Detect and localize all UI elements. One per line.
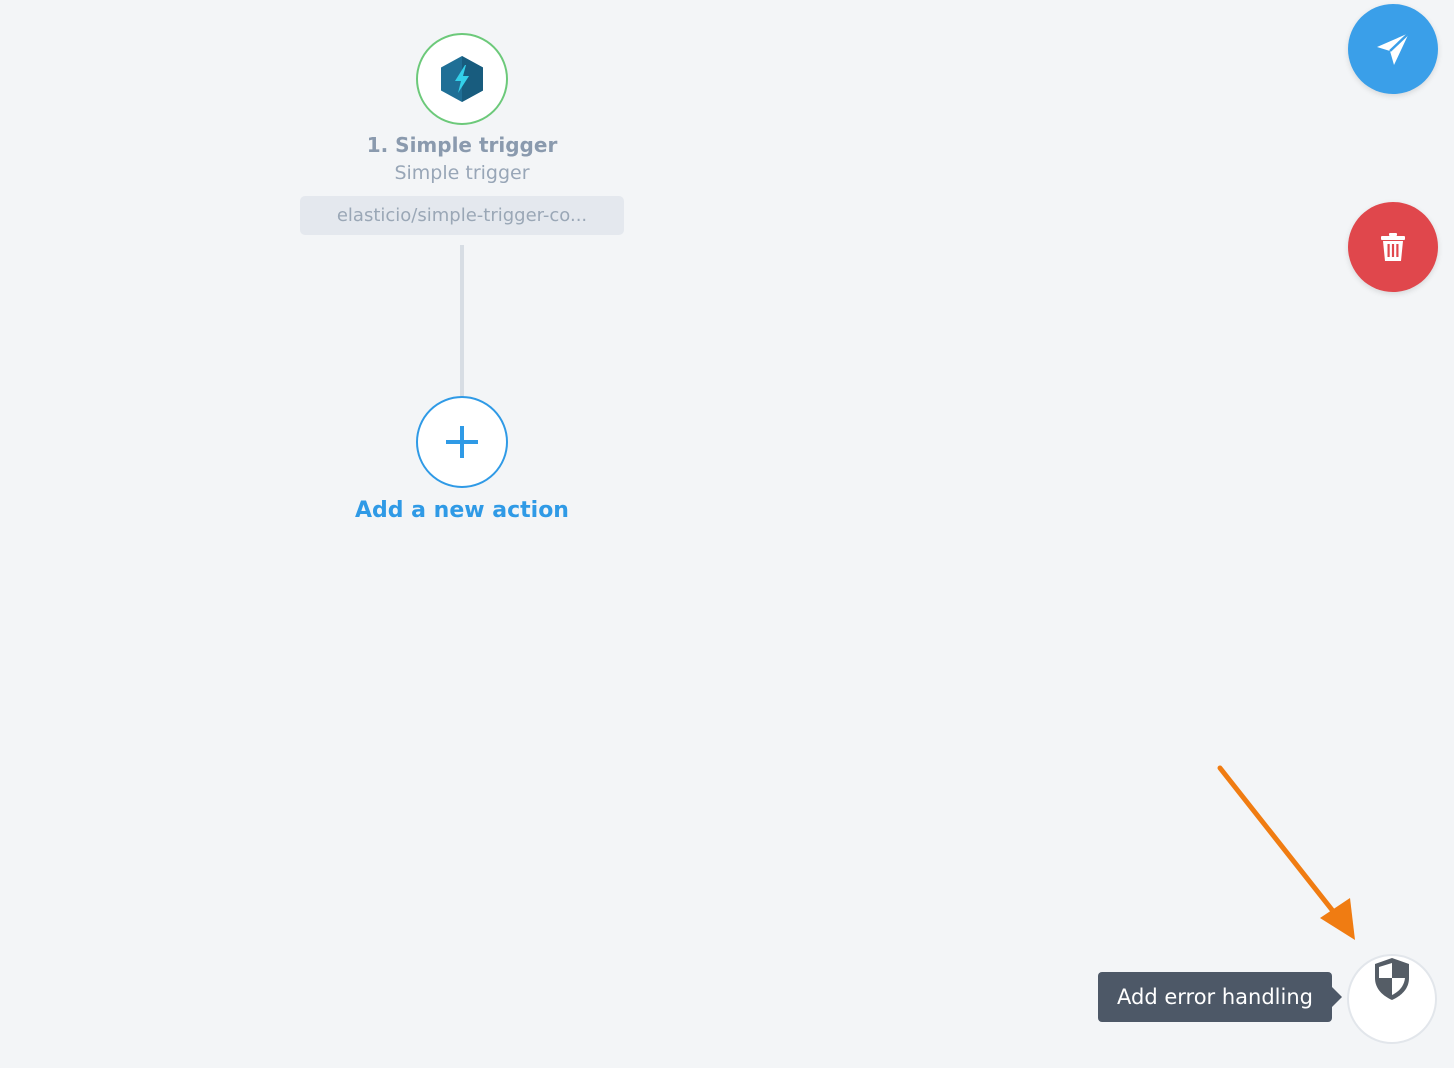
tooltip-pointer [1332, 987, 1342, 1007]
trigger-step-node[interactable] [416, 33, 508, 125]
trash-icon [1381, 233, 1405, 261]
step-connector-line [460, 245, 464, 397]
add-action-label[interactable]: Add a new action [262, 498, 662, 523]
component-badge: elasticio/simple-trigger-co... [300, 196, 624, 235]
shield-icon [1375, 958, 1409, 1000]
paper-plane-icon [1377, 32, 1410, 65]
delete-flow-button[interactable] [1348, 202, 1438, 292]
arrow-icon [1217, 765, 1355, 940]
error-handling-tooltip: Add error handling [1098, 972, 1332, 1022]
lightning-hexagon-icon [441, 56, 483, 102]
add-error-handling-button[interactable] [1347, 954, 1437, 1044]
flow-canvas: 1. Simple trigger Simple trigger elastic… [0, 0, 1454, 1068]
plus-icon [446, 426, 478, 458]
add-action-button[interactable] [416, 396, 508, 488]
trigger-step-title: 1. Simple trigger [366, 133, 558, 157]
trigger-step-subtitle: Simple trigger [394, 162, 530, 184]
publish-button[interactable] [1348, 4, 1438, 94]
